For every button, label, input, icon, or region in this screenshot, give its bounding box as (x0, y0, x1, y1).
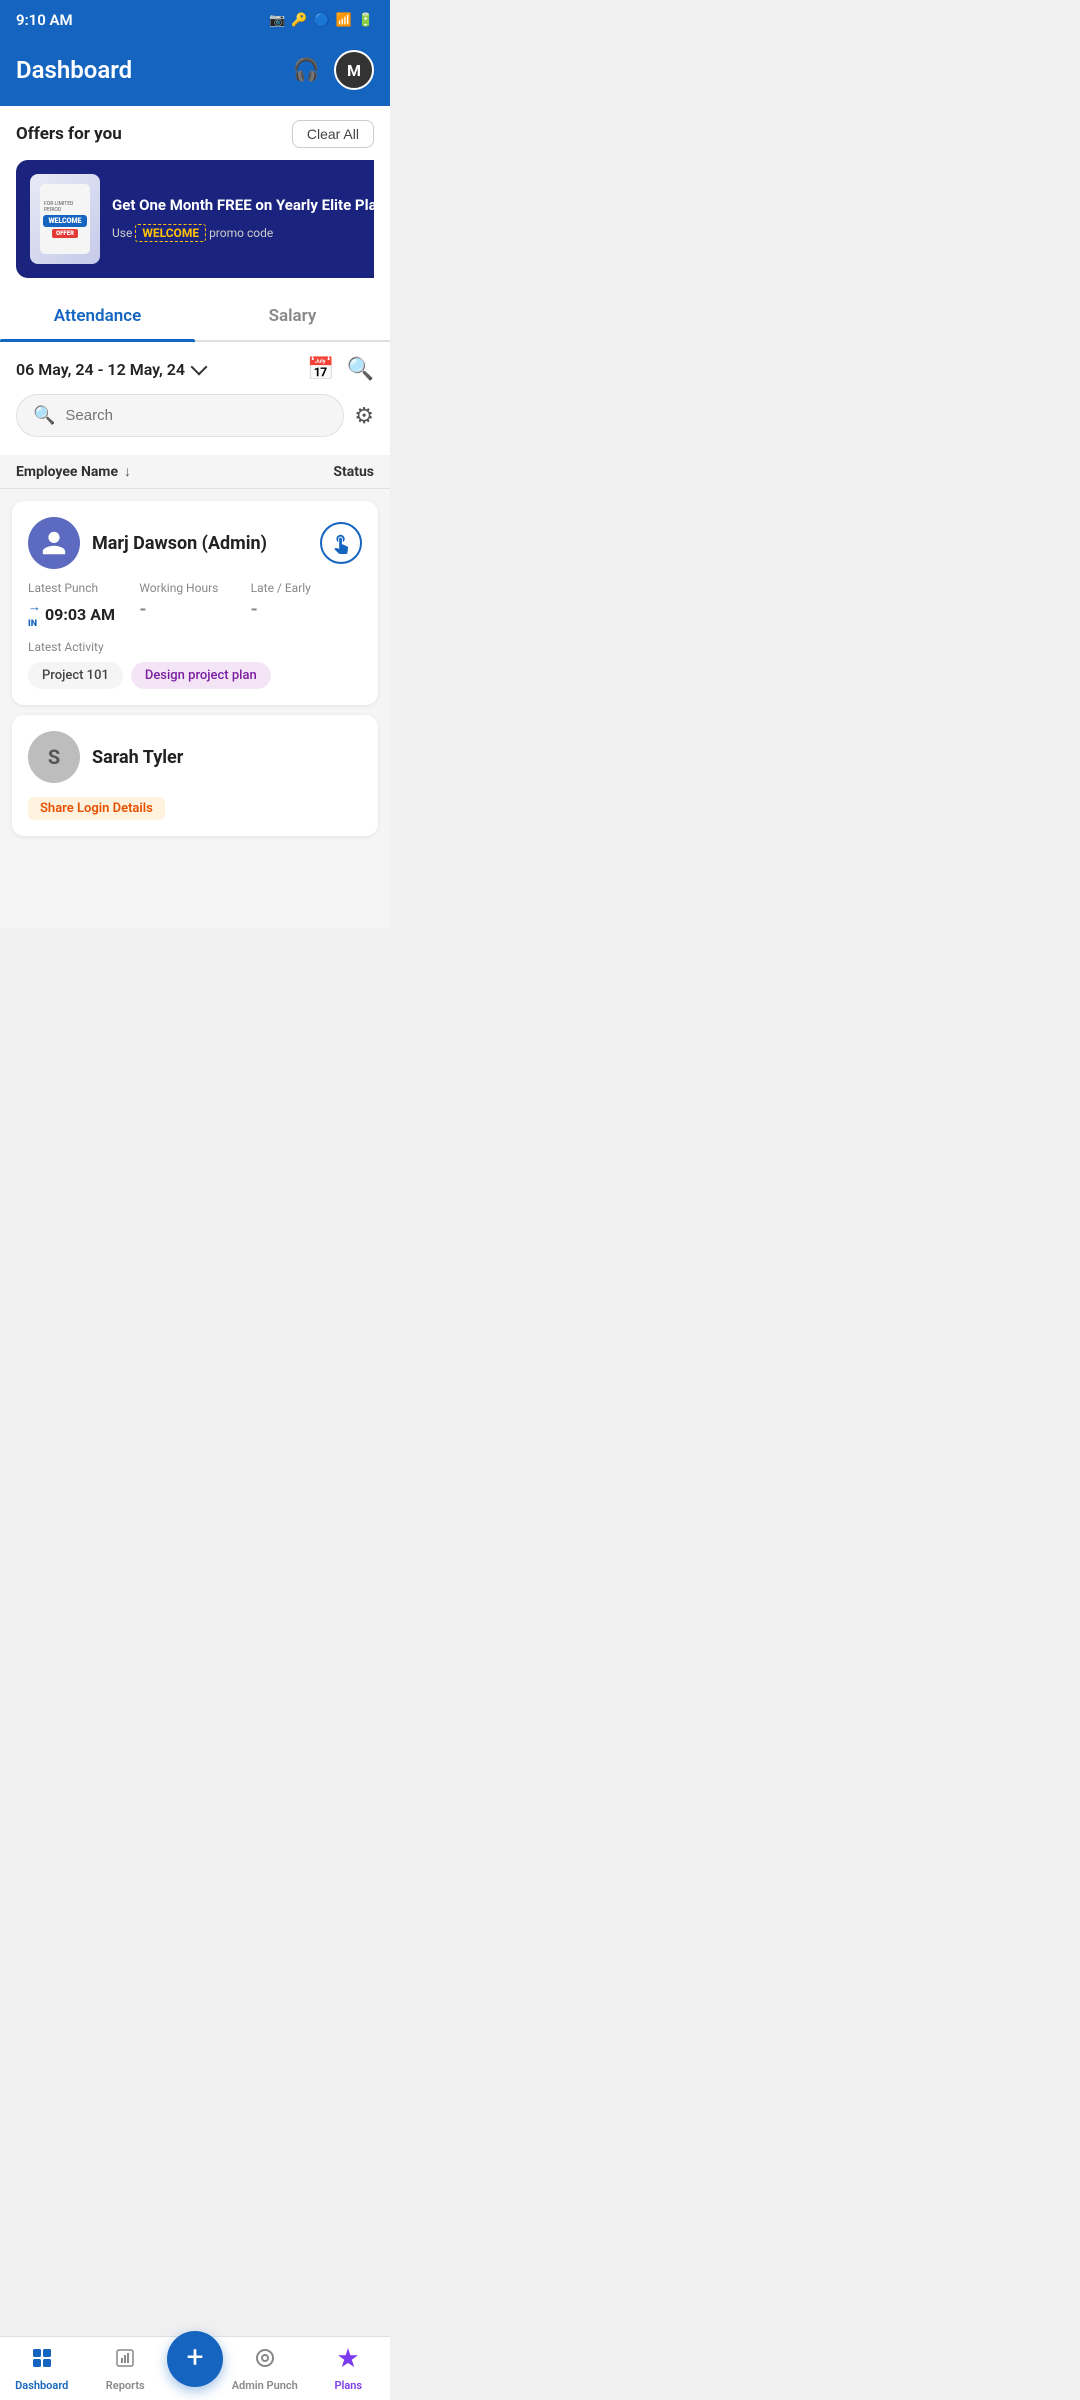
fab-container: + (167, 2351, 223, 2387)
offer-phone-image: FOR LIMITED PERIOD WELCOME OFFER (30, 174, 100, 264)
bottom-nav: Dashboard Reports + Admin Punch (0, 2336, 390, 2400)
status-column-header: Status (333, 464, 374, 480)
reports-icon (113, 2346, 137, 2376)
main-content: Offers for you Clear All FOR LIMITED PER… (0, 106, 390, 928)
working-hours-label: Working Hours (139, 581, 250, 595)
employee-card-1: Marj Dawson (Admin) Latest Punch →IN 09:… (12, 501, 378, 705)
employee-card-2: S Sarah Tyler Share Login Details (12, 715, 378, 836)
employee-card-1-header: Marj Dawson (Admin) (28, 517, 362, 569)
offer-badge: OFFER (52, 229, 78, 238)
promo-suffix: promo code (209, 226, 273, 240)
latest-punch-col: Latest Punch →IN 09:03 AM (28, 581, 139, 630)
late-early-value: - (251, 599, 362, 620)
calendar-icon[interactable]: 📅 (307, 356, 334, 382)
offer-card-1[interactable]: FOR LIMITED PERIOD WELCOME OFFER Get One… (16, 160, 374, 278)
key-icon: 🔑 (291, 13, 307, 28)
offers-header: Offers for you Clear All (16, 120, 374, 148)
latest-punch-label: Latest Punch (28, 581, 139, 595)
battery-icon: 🔋 (358, 13, 374, 28)
sort-arrow-icon: ↓ (124, 463, 131, 480)
search-input[interactable] (65, 407, 327, 424)
employee-1-name: Marj Dawson (Admin) (92, 533, 308, 554)
nav-item-plans[interactable]: Plans (307, 2340, 391, 2398)
employee-card-2-header: S Sarah Tyler (28, 731, 362, 783)
app-header: Dashboard 🎧 M (0, 40, 390, 106)
working-hours-col: Working Hours - (139, 581, 250, 630)
welcome-badge: WELCOME (43, 215, 86, 227)
employee-2-name: Sarah Tyler (92, 747, 362, 768)
offers-scroll: FOR LIMITED PERIOD WELCOME OFFER Get One… (16, 160, 374, 278)
task-tag[interactable]: Design project plan (131, 662, 271, 689)
punch-time: 09:03 AM (45, 605, 115, 624)
video-icon: 📷 (269, 13, 285, 28)
punch-direction-icon: →IN (28, 599, 41, 630)
latest-punch-value: →IN 09:03 AM (28, 599, 139, 630)
search-icon[interactable]: 🔍 (347, 356, 374, 382)
date-range-text: 06 May, 24 - 12 May, 24 (16, 360, 185, 379)
promo-text: Use (112, 226, 132, 240)
status-bar: 9:10 AM 📷 🔑 🔵 📶 🔋 (0, 0, 390, 40)
status-icons: 📷 🔑 🔵 📶 🔋 (269, 13, 374, 28)
nav-item-dashboard[interactable]: Dashboard (0, 2340, 84, 2398)
page-title: Dashboard (16, 56, 132, 84)
late-early-label: Late / Early (251, 581, 362, 595)
nav-item-reports[interactable]: Reports (84, 2340, 168, 2398)
employee-1-avatar (28, 517, 80, 569)
employee-1-punch-info: Latest Punch →IN 09:03 AM Working Hours … (28, 581, 362, 630)
fab-button[interactable]: + (167, 2331, 223, 2387)
status-time: 9:10 AM (16, 11, 73, 29)
table-header: Employee Name ↓ Status (0, 455, 390, 489)
dashboard-icon (30, 2346, 54, 2376)
nav-plans-label: Plans (334, 2379, 362, 2392)
fab-icon: + (186, 2343, 203, 2373)
working-hours-value: - (139, 599, 250, 620)
avatar[interactable]: M (334, 50, 374, 90)
offer-text: Get One Month FREE on Yearly Elite Plan … (112, 196, 374, 242)
promo-code: WELCOME (135, 224, 206, 242)
search-row: 🔍 ⚙ (16, 394, 374, 437)
chevron-down-icon (191, 359, 208, 376)
nav-item-admin-punch[interactable]: Admin Punch (223, 2340, 307, 2398)
nav-admin-punch-label: Admin Punch (232, 2379, 298, 2392)
project-tag[interactable]: Project 101 (28, 662, 123, 689)
activity-tags: Project 101 Design project plan (28, 662, 362, 689)
nav-reports-label: Reports (106, 2379, 145, 2392)
latest-activity-label: Latest Activity (28, 640, 362, 654)
employee-2-avatar: S (28, 731, 80, 783)
for-limited-period-label: FOR LIMITED PERIOD (44, 201, 86, 213)
filter-icon[interactable]: ⚙ (354, 403, 374, 429)
promo-line: Use WELCOME promo code (112, 224, 374, 242)
tab-attendance[interactable]: Attendance (0, 292, 195, 340)
date-filter-row: 06 May, 24 - 12 May, 24 📅 🔍 (16, 356, 374, 382)
attendance-section: 06 May, 24 - 12 May, 24 📅 🔍 🔍 ⚙ (0, 342, 390, 455)
offer-headline: Get One Month FREE on Yearly Elite Plan (112, 196, 374, 216)
offers-section: Offers for you Clear All FOR LIMITED PER… (0, 106, 390, 292)
offers-title: Offers for you (16, 124, 122, 144)
employee-1-touch-icon[interactable] (320, 522, 362, 564)
wifi-icon: 📶 (336, 13, 352, 28)
clear-all-button[interactable]: Clear All (292, 120, 374, 148)
admin-punch-icon (253, 2346, 277, 2376)
late-early-col: Late / Early - (251, 581, 362, 630)
employee-name-column-header[interactable]: Employee Name ↓ (16, 463, 131, 480)
bluetooth-icon: 🔵 (313, 13, 329, 28)
employee-cards: Marj Dawson (Admin) Latest Punch →IN 09:… (0, 489, 390, 848)
tab-salary[interactable]: Salary (195, 292, 390, 340)
search-bar-icon: 🔍 (33, 405, 55, 426)
date-range-icons: 📅 🔍 (307, 356, 374, 382)
plans-icon (336, 2346, 360, 2376)
nav-dashboard-label: Dashboard (15, 2379, 68, 2392)
date-range-selector[interactable]: 06 May, 24 - 12 May, 24 (16, 360, 205, 379)
headset-icon[interactable]: 🎧 (293, 57, 320, 83)
employee-name-label: Employee Name (16, 464, 118, 480)
header-icons: 🎧 M (293, 50, 374, 90)
tabs-section: Attendance Salary (0, 292, 390, 342)
offer-phone-screen: FOR LIMITED PERIOD WELCOME OFFER (40, 184, 90, 254)
search-bar: 🔍 (16, 394, 344, 437)
share-login-badge[interactable]: Share Login Details (28, 795, 362, 820)
